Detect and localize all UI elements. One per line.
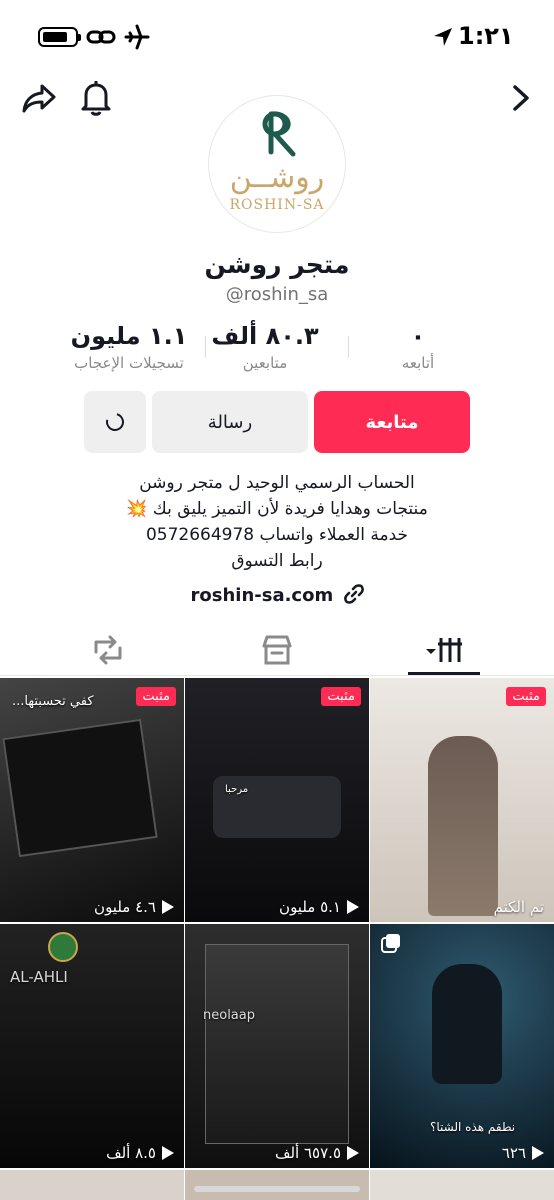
home-indicator bbox=[194, 1186, 360, 1192]
video-tile[interactable]: مثبت تم الكتم bbox=[370, 678, 554, 922]
videos-grid-icon[interactable] bbox=[424, 630, 464, 670]
view-count-text: ٨.٥ ألف bbox=[106, 1144, 156, 1162]
video-tile[interactable] bbox=[185, 1170, 369, 1200]
bell-icon[interactable] bbox=[80, 80, 112, 116]
view-count: ٦٢٦ bbox=[502, 1144, 544, 1162]
video-tile[interactable] bbox=[370, 1170, 554, 1200]
followers-stat[interactable]: ٨٠.٣ ألف متابعين bbox=[190, 322, 340, 372]
followers-label: متابعين bbox=[242, 354, 288, 372]
loading-icon bbox=[102, 409, 128, 435]
view-count: ٤.٦ مليون bbox=[94, 898, 174, 916]
view-count-text: ٦٢٦ bbox=[501, 1144, 526, 1162]
pinned-badge: مثبت bbox=[506, 687, 546, 706]
following-stat[interactable]: ٠ أتابعه bbox=[343, 322, 493, 372]
video-tile[interactable]: مرحبا مثبت ٥.١ مليون bbox=[185, 678, 369, 922]
location-arrow-icon bbox=[434, 28, 452, 46]
bio-line: الحساب الرسمي الوحيد ل متجر روشن bbox=[139, 473, 415, 493]
bio-line: خدمة العملاء واتساب 0572664978 bbox=[145, 525, 409, 545]
following-label: أتابعه bbox=[401, 354, 435, 372]
repost-icon[interactable] bbox=[88, 630, 128, 670]
al-ahli-crest-icon bbox=[48, 932, 78, 962]
view-count: تم الكتم bbox=[494, 898, 544, 916]
bio: الحساب الرسمي الوحيد ل متجر روشن منتجات … bbox=[0, 470, 554, 574]
bio-line: رابط التسوق bbox=[231, 551, 323, 571]
video-caption: neolaap bbox=[203, 1008, 255, 1023]
tabs-divider bbox=[0, 675, 554, 676]
website-text: roshin-sa.com bbox=[190, 585, 334, 606]
play-icon bbox=[162, 900, 174, 914]
view-count-text: ٥.١ مليون bbox=[279, 898, 341, 916]
view-count-text: ٤.٦ مليون bbox=[94, 898, 156, 916]
link-chain-icon bbox=[343, 584, 364, 604]
view-count-text: ٦٥٧.٥ ألف bbox=[274, 1144, 341, 1162]
video-tile[interactable] bbox=[0, 1170, 184, 1200]
website-link[interactable]: roshin-sa.com bbox=[0, 584, 554, 606]
avatar[interactable]: روشــن ROSHIN-SA bbox=[208, 95, 346, 233]
video-tile[interactable]: نطقم هذه الشتا؟ ٦٢٦ bbox=[370, 924, 554, 1168]
view-count: ٦٥٧.٥ ألف bbox=[275, 1144, 359, 1162]
video-caption: كفي تحسبتها... bbox=[12, 694, 94, 709]
video-tile[interactable]: AL-AHLI ٨.٥ ألف bbox=[0, 924, 184, 1168]
video-thumbnail bbox=[2, 718, 158, 858]
status-bar: 1:٢١ bbox=[0, 0, 554, 70]
play-icon bbox=[162, 1146, 174, 1160]
play-icon bbox=[532, 1146, 544, 1160]
clock: 1:٢١ bbox=[458, 22, 514, 50]
likes-stat[interactable]: ١.١ مليون تسجيلات الإعجاب bbox=[54, 322, 204, 372]
display-name: متجر روشن bbox=[204, 250, 350, 279]
muted-text: تم الكتم bbox=[493, 898, 544, 916]
video-tile[interactable]: neolaap ٦٥٧.٥ ألف bbox=[185, 924, 369, 1168]
airplane-mode-icon bbox=[124, 24, 150, 50]
chevron-right-icon[interactable] bbox=[510, 84, 532, 112]
video-caption: AL-AHLI bbox=[10, 968, 68, 986]
video-caption: نطقم هذه الشتا؟ bbox=[430, 1120, 516, 1134]
username: @roshin_sa bbox=[225, 284, 329, 305]
carousel-icon bbox=[381, 934, 400, 953]
logo-arabic-text: روشــن bbox=[229, 160, 325, 195]
bio-line: منتجات وهدايا فريدة لأن التميز يليق بك 💥 bbox=[126, 499, 428, 519]
link-icon bbox=[86, 30, 116, 44]
followers-count: ٨٠.٣ ألف bbox=[211, 322, 319, 350]
pinned-badge: مثبت bbox=[321, 687, 361, 706]
likes-label: تسجيلات الإعجاب bbox=[74, 354, 184, 372]
logo-english-text: ROSHIN-SA bbox=[229, 197, 325, 213]
video-tile[interactable]: كفي تحسبتها... مثبت ٤.٦ مليون bbox=[0, 678, 184, 922]
share-icon[interactable] bbox=[22, 82, 56, 114]
video-thumbnail bbox=[205, 944, 349, 1144]
batman-illustration bbox=[432, 964, 502, 1084]
battery-icon bbox=[38, 27, 81, 47]
shop-icon[interactable] bbox=[257, 630, 297, 670]
view-count: ٨.٥ ألف bbox=[106, 1144, 174, 1162]
video-thumbnail bbox=[428, 736, 498, 916]
video-caption: مرحبا bbox=[225, 784, 249, 795]
view-count: ٥.١ مليون bbox=[279, 898, 359, 916]
likes-count: ١.١ مليون bbox=[70, 322, 188, 350]
play-icon bbox=[347, 900, 359, 914]
pinned-badge: مثبت bbox=[136, 687, 176, 706]
play-icon bbox=[347, 1146, 359, 1160]
suggested-accounts-button[interactable] bbox=[84, 391, 146, 453]
follow-button[interactable]: متابعة bbox=[314, 391, 470, 453]
message-button[interactable]: رسالة bbox=[152, 391, 308, 453]
following-count: ٠ bbox=[410, 322, 426, 350]
